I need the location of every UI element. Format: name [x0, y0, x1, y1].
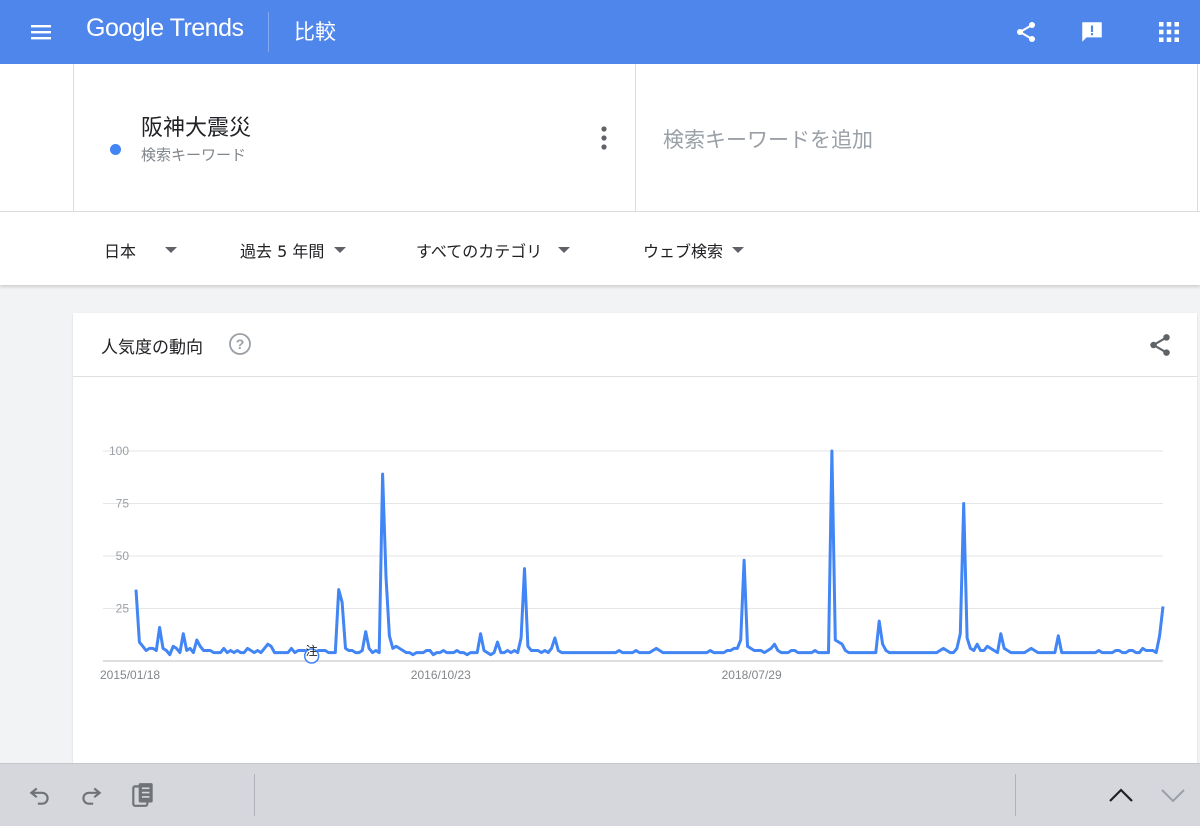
x-tick-label: 2018/07/29	[722, 668, 782, 682]
page-title: 比較	[294, 20, 336, 44]
interest-line-chart[interactable]: 25 50 75 100 2015/01/18 2016/10/23 2018/07/29…	[73, 313, 1197, 763]
toolbar-separator	[1015, 774, 1016, 816]
series-line[interactable]	[134, 449, 1165, 657]
dropdown-caret-icon	[334, 247, 347, 253]
top-app-bar: Google Trends 比較	[0, 0, 1200, 64]
y-axis-ticks: 25 50 75 100	[109, 444, 129, 616]
toolbar-separator	[254, 774, 255, 816]
region-filter-label: 日本	[104, 242, 137, 261]
dropdown-caret-icon	[165, 247, 178, 253]
period-filter-label: 過去 5 年間	[240, 242, 325, 261]
feedback-icon[interactable]	[1076, 16, 1108, 48]
undo-icon[interactable]	[25, 780, 55, 810]
panel-divider	[1197, 64, 1198, 211]
y-tick-label: 100	[109, 444, 129, 458]
share-icon[interactable]	[1010, 16, 1042, 48]
apps-grid-icon[interactable]	[1153, 16, 1185, 48]
x-tick-label: 2016/10/23	[411, 668, 471, 682]
search-term-card[interactable]: 阪神大震災 検索キーワード	[73, 64, 636, 211]
chart-gridlines	[103, 450, 1163, 662]
clipboard-icon[interactable]	[128, 780, 158, 810]
search-type-filter-label: ウェブ検索	[643, 242, 724, 261]
search-type-filter[interactable]: ウェブ検索	[643, 238, 745, 262]
dropdown-caret-icon	[558, 247, 571, 253]
series-color-dot	[110, 144, 121, 155]
note-marker[interactable]: 注	[303, 643, 320, 664]
redo-icon[interactable]	[76, 780, 106, 810]
filter-bar: 日本 過去 5 年間 すべてのカテゴリ ウェブ検索	[0, 211, 1200, 285]
search-term-panel: 阪神大震災 検索キーワード 検索キーワードを追加	[0, 64, 1200, 211]
category-filter-label: すべてのカテゴリ	[416, 242, 543, 261]
region-filter[interactable]: 日本	[104, 238, 178, 262]
add-search-term-input[interactable]: 検索キーワードを追加	[663, 124, 873, 154]
search-term-type: 検索キーワード	[141, 146, 247, 164]
y-tick-label: 75	[116, 497, 130, 511]
period-filter[interactable]: 過去 5 年間	[240, 238, 347, 262]
y-tick-label: 50	[116, 549, 130, 563]
more-vert-icon[interactable]	[593, 124, 615, 152]
note-marker-label: 注	[306, 643, 318, 658]
header-divider	[268, 12, 269, 52]
category-filter[interactable]: すべてのカテゴリ	[416, 238, 571, 262]
chevron-up-icon[interactable]	[1106, 780, 1136, 810]
bottom-toolbar	[0, 763, 1200, 826]
interest-over-time-card: 人気度の動向 ? 25 50 75 100 2015/01/18 2016/10/23 2…	[73, 313, 1197, 763]
x-tick-label: 2015/01/18	[100, 668, 160, 682]
dropdown-caret-icon	[732, 247, 745, 253]
google-trends-logo[interactable]: Google Trends	[86, 14, 244, 43]
y-tick-label: 25	[116, 602, 130, 616]
menu-icon[interactable]	[29, 20, 53, 44]
chevron-down-icon[interactable]	[1158, 780, 1188, 810]
search-term-name[interactable]: 阪神大震災	[141, 110, 251, 142]
x-axis-ticks: 2015/01/18 2016/10/23 2018/07/29	[100, 668, 782, 682]
